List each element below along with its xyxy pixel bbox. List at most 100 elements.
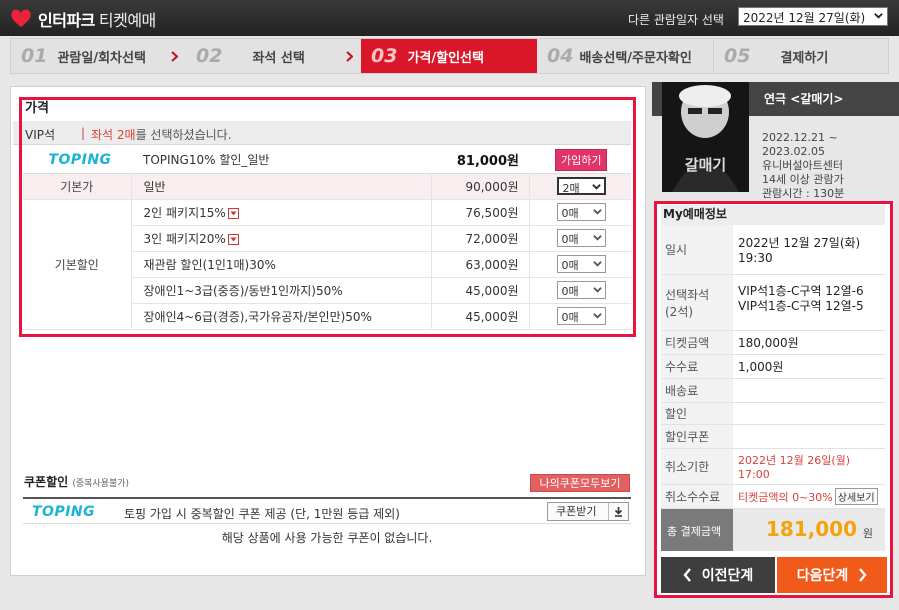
heart-logo-icon <box>11 9 31 27</box>
fee-value: 1,000원 <box>738 360 784 374</box>
quantity-select[interactable]: 0매 <box>556 229 606 247</box>
cancel-deadline-value: 2022년 12월 26일(월) 17:00 <box>738 449 885 484</box>
site-logo[interactable]: 인터파크 티켓예매 <box>38 7 156 31</box>
coupon-discount-row: 할인쿠폰 <box>661 425 885 449</box>
quantity-select[interactable]: 0매 <box>556 281 606 299</box>
quantity-value: 0매 <box>561 285 579 298</box>
receive-coupon-label: 쿠폰받기 <box>556 505 597 518</box>
price-name-text: 2인 패키지15% <box>143 205 226 220</box>
date-select-label: 다른 관람일자 선택 <box>628 13 724 27</box>
cancel-fee-detail-button[interactable]: 상세보기 <box>834 488 878 505</box>
topping-logo: TOPING <box>32 504 96 520</box>
topping-logo: TOPING <box>48 151 112 168</box>
logo-sub: 티켓예매 <box>98 11 156 30</box>
booking-date-label: 일시 <box>661 225 733 274</box>
quantity-select[interactable]: 0매 <box>556 307 606 325</box>
step-3[interactable]: 03 가격/할인선택 <box>361 39 537 73</box>
discount-row: 기본할인 2인 패키지15% 76,500원 0매 <box>23 199 631 330</box>
quantity-select[interactable]: 0매 <box>556 203 606 221</box>
quantity-select[interactable]: 2매 <box>556 177 606 195</box>
show-poster[interactable]: 갈매기 <box>662 82 749 192</box>
step-number: 02 <box>196 45 223 67</box>
booking-seats-value: VIP석1층-C구역 12열-6 VIP석1층-C구역 12열-5 <box>738 275 885 330</box>
step-1[interactable]: 01 관람일/회차선택 <box>11 39 186 73</box>
step-label: 결제하기 <box>780 50 829 66</box>
topping-price-name: TOPING10% 할인_일반 <box>131 147 431 174</box>
view-all-coupons-button[interactable]: 나의쿠폰모두보기 <box>530 474 630 492</box>
cancel-fee-row: 취소수수료 티켓금액의 0~30% 상세보기 <box>661 485 885 509</box>
cancel-fee-text: 티켓금액의 0~30% <box>738 490 833 504</box>
topping-row: TOPING TOPING10% 할인_일반 81,000원 가입하기 <box>23 147 631 174</box>
coupon-description: 토핑 가입 시 중복할인 쿠폰 제공 (단, 1만원 등급 제외) <box>124 507 400 521</box>
price-amount: 45,000원 <box>431 277 530 304</box>
logo-main: 인터파크 <box>38 11 95 30</box>
coupon-row: TOPING 토핑 가입 시 중복할인 쿠폰 제공 (단, 1만원 등급 제외)… <box>23 497 631 524</box>
coupon-title-note: (중복사용불가) <box>72 479 130 489</box>
step-number: 03 <box>371 45 398 67</box>
booking-seats-label: 선택좌석 (2석) <box>661 275 733 330</box>
date-select[interactable]: 2022년 12월 27일(화) <box>738 7 888 26</box>
price-name: 2인 패키지15% <box>131 199 432 226</box>
cancel-deadline-label: 취소기한 <box>661 449 733 484</box>
quantity-value: 2매 <box>562 182 580 195</box>
seats-count: (2석) <box>665 304 694 319</box>
step-label: 가격/할인선택 <box>407 50 484 66</box>
next-step-button[interactable]: 다음단계 <box>777 557 887 593</box>
topping-join-cell: 가입하기 <box>529 147 631 174</box>
price-name: 재관람 할인(1인1매)30% <box>131 251 432 278</box>
poster-title-text: 갈매기 <box>684 156 727 174</box>
step-2[interactable]: 02 좌석 선택 <box>186 39 361 73</box>
separator: | <box>81 126 86 140</box>
qty-cell: 0매 <box>529 199 631 226</box>
price-section-title: 가격 <box>25 101 49 116</box>
qty-cell: 0매 <box>529 277 631 304</box>
prev-step-button[interactable]: 이전단계 <box>661 557 775 593</box>
coupon-title-text: 쿠폰할인 <box>24 475 69 489</box>
chevron-down-icon <box>591 184 601 190</box>
step-4[interactable]: 04 배송선택/주문자확인 <box>537 39 713 73</box>
cancel-deadline-row: 취소기한 2022년 12월 26일(월) 17:00 <box>661 449 885 485</box>
show-running-time: 관람시간 : 130분 <box>762 187 845 200</box>
dropdown-toggle-icon[interactable] <box>227 233 239 245</box>
chevron-down-icon <box>874 13 883 19</box>
chevron-right-icon <box>859 568 867 582</box>
price-amount: 90,000원 <box>431 173 530 200</box>
total-payment-label: 총 결제금액 <box>667 525 722 538</box>
booking-date-value: 2022년 12월 27일(화) 19:30 <box>738 225 885 274</box>
price-category: 기본가 <box>23 173 132 200</box>
seat-grade-bar: VIP석 | 좌석 2매를 선택하셨습니다. <box>13 121 631 145</box>
show-title: 연극 <갈매기> <box>764 92 844 106</box>
prev-step-label: 이전단계 <box>701 568 754 584</box>
topping-join-button[interactable]: 가입하기 <box>555 148 608 171</box>
step-number: 05 <box>724 45 751 67</box>
show-details: 2022.12.21 ~ 2023.02.05 유니버설아트센터 14세 이상 … <box>762 131 844 201</box>
price-amount: 76,500원 <box>431 199 530 226</box>
date-select-value: 2022년 12월 27일(화) <box>743 11 866 25</box>
receive-coupon-button[interactable]: 쿠폰받기 <box>547 502 629 521</box>
coupon-empty-message: 해당 상품에 사용 가능한 쿠폰이 없습니다. <box>221 531 433 545</box>
dropdown-toggle-icon[interactable] <box>227 207 239 219</box>
price-amount: 63,000원 <box>431 251 530 278</box>
qty-cell: 0매 <box>529 251 631 278</box>
quantity-value: 0매 <box>561 311 579 324</box>
delivery-row: 배송료 <box>661 379 885 403</box>
discount-row-summary: 할인 <box>661 403 885 425</box>
total-payment-unit: 원 <box>862 527 873 540</box>
price-amount: 72,000원 <box>431 225 530 252</box>
chevron-down-icon <box>592 261 602 267</box>
price-amount: 45,000원 <box>431 303 530 330</box>
price-category: 기본할인 <box>23 199 132 330</box>
coupon-section-title: 쿠폰할인 (중복사용불가) <box>24 473 129 490</box>
ticket-amount-value: 180,000원 <box>738 336 799 350</box>
booking-date: 2022년 12월 27일(화) <box>738 236 861 250</box>
quantity-value: 0매 <box>561 207 579 220</box>
step-bar: 01 관람일/회차선택 02 좌석 선택 03 가격/할인선택 04 배송선택/… <box>10 38 889 74</box>
seat-count: 좌석 2매 <box>91 128 136 142</box>
step-label: 배송선택/주문자확인 <box>579 50 692 66</box>
seat-grade: VIP석 <box>25 128 56 142</box>
qty-cell: 0매 <box>529 225 631 252</box>
quantity-select[interactable]: 0매 <box>556 255 606 273</box>
download-icon <box>608 503 628 520</box>
step-5[interactable]: 05 결제하기 <box>713 39 888 73</box>
cancel-deadline-date: 2022년 12월 26일(월) <box>738 454 851 467</box>
